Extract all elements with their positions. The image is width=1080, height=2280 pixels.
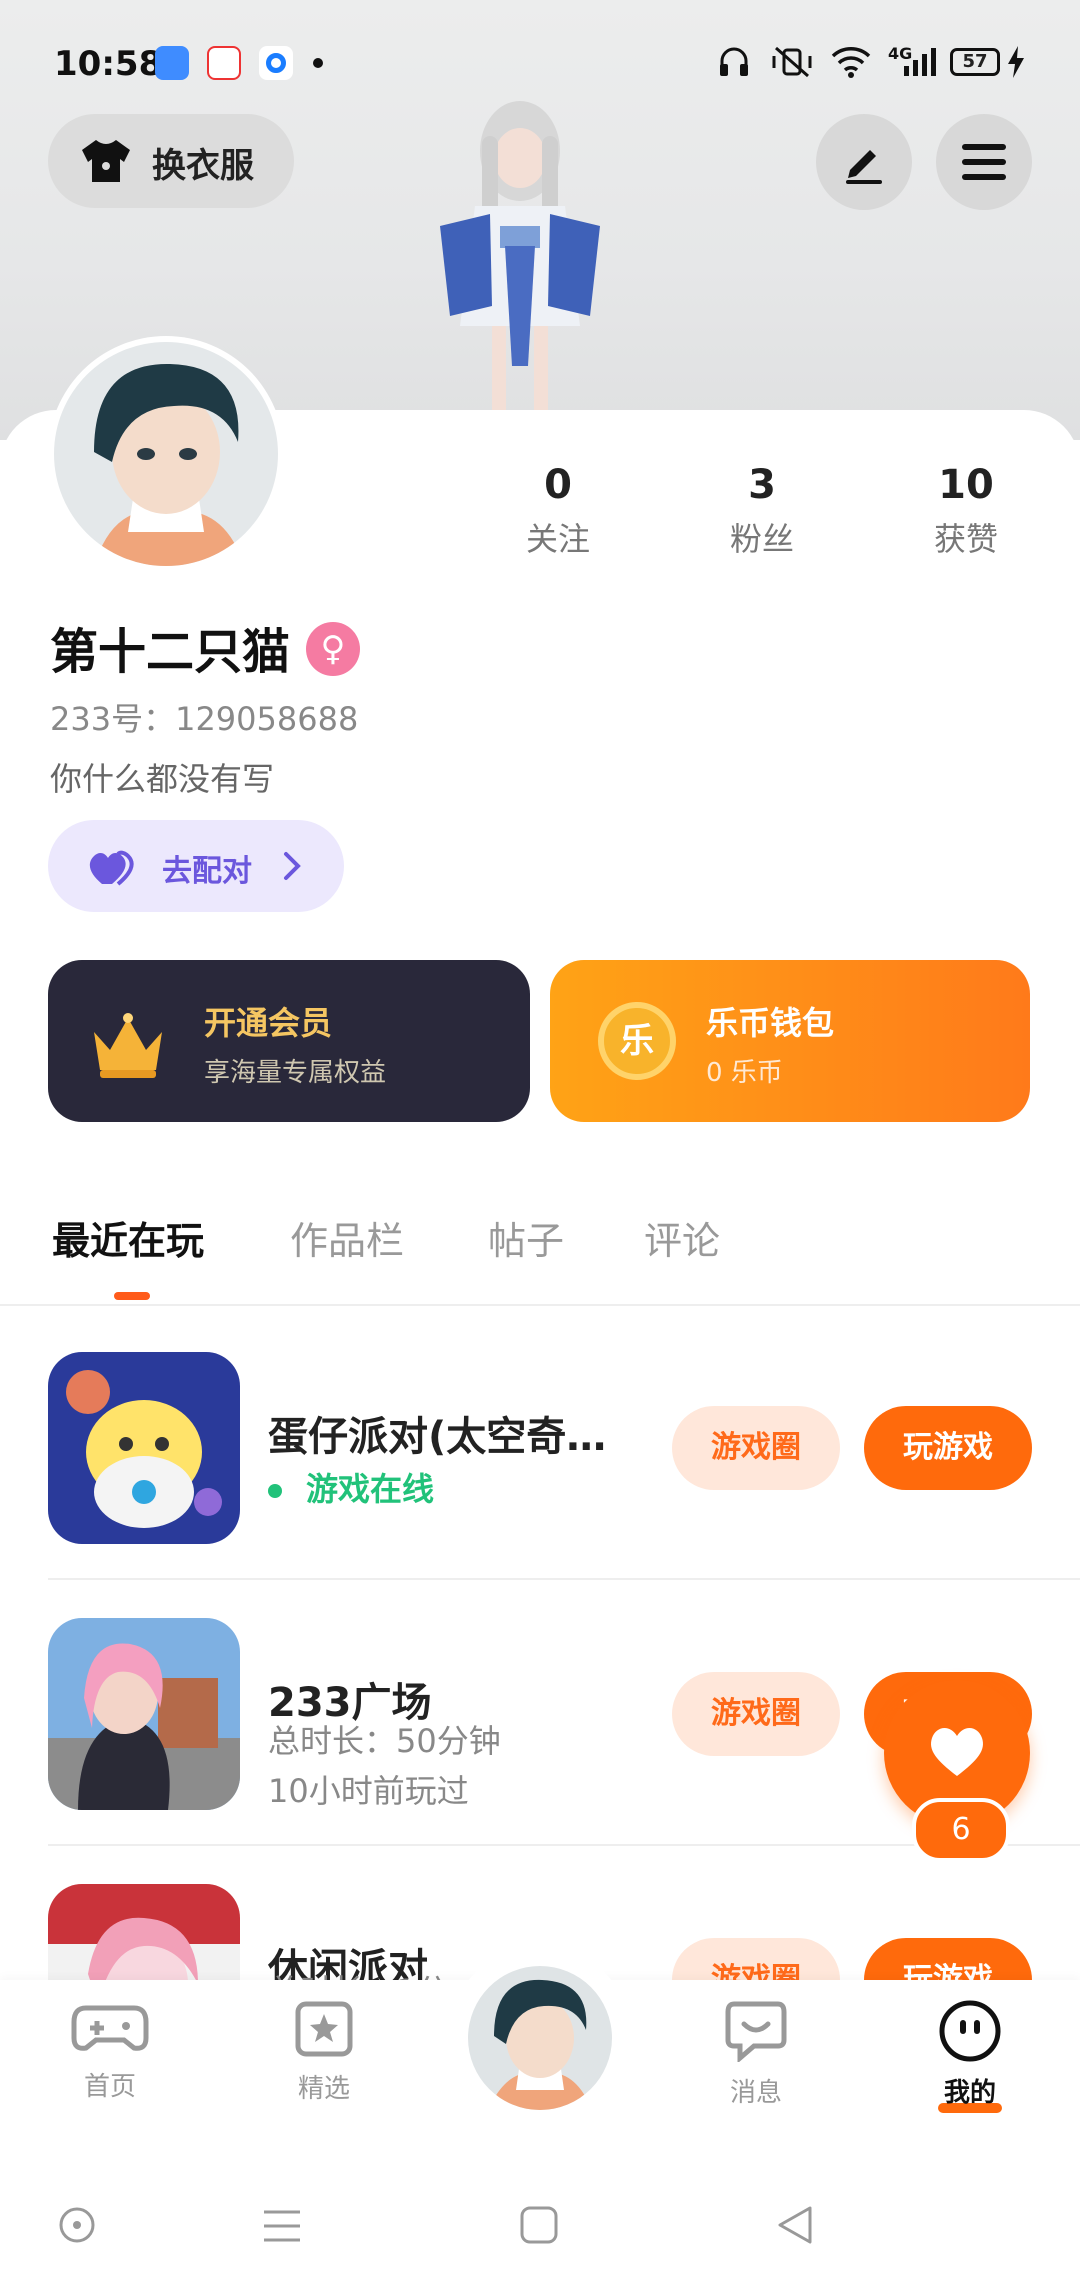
game-online-status: 游戏在线: [268, 1464, 434, 1510]
stat-following-value: 0: [544, 462, 572, 508]
play-game-button[interactable]: 玩游戏: [864, 1938, 1032, 1980]
nav-home[interactable]: 首页: [40, 2000, 180, 2103]
profile-tabs: 最近在玩 作品栏 帖子 评论: [0, 1180, 1080, 1306]
chevron-right-icon: [284, 852, 301, 880]
hamburger-menu-icon: [962, 144, 1006, 180]
headphones-icon: [720, 47, 748, 76]
game-233-plaza-image: [48, 1618, 240, 1810]
tab-works[interactable]: 作品栏: [290, 1210, 404, 1265]
stat-likes-label: 获赞: [933, 520, 998, 558]
center-avatar-image: [468, 1966, 612, 2110]
home-square-icon[interactable]: [520, 2206, 558, 2244]
nav-me-label: 我的: [943, 2078, 996, 2108]
coin-wallet-title: 乐币钱包: [706, 1004, 835, 1042]
stat-followers[interactable]: 3 粉丝: [682, 462, 842, 560]
nav-messages-label: 消息: [729, 2078, 782, 2108]
row-divider: [48, 1578, 1080, 1580]
nav-home-label: 首页: [83, 2072, 136, 2102]
tshirt-icon: [82, 140, 130, 182]
female-gender-icon: ♀: [306, 622, 360, 676]
status-time: 10:58: [54, 44, 163, 84]
battery-level: 57: [962, 51, 988, 72]
game-total-time: 总时长：1分: [268, 1966, 448, 1980]
go-match-label: 去配对: [162, 854, 252, 889]
tab-posts[interactable]: 帖子: [488, 1210, 564, 1265]
tab-recent-played[interactable]: 最近在玩: [52, 1210, 204, 1265]
mute-vibrate-icon: [772, 46, 812, 78]
avatar-image: [54, 342, 278, 566]
stat-following[interactable]: 0 关注: [478, 462, 638, 560]
game-thumbnail[interactable]: [48, 1618, 240, 1810]
online-dot-icon: [268, 1484, 282, 1498]
stat-followers-label: 粉丝: [729, 520, 794, 558]
game-eggy-party-image: [48, 1352, 240, 1544]
nav-featured[interactable]: 精选: [254, 2000, 394, 2105]
coin-icon: 乐: [598, 1002, 676, 1080]
tab-comments[interactable]: 评论: [644, 1210, 720, 1265]
game-title: 蛋仔派对(太空奇…: [268, 1414, 607, 1460]
recent-apps-icon[interactable]: [262, 2208, 302, 2244]
game-thumbnail[interactable]: [48, 1884, 240, 1980]
battery-indicator: 57: [950, 48, 1000, 76]
coin-balance: 0 乐币: [706, 1058, 783, 1088]
nav-messages[interactable]: 消息: [686, 2000, 826, 2109]
notification-baidu-icon: [207, 46, 241, 80]
like-count-badge: 6: [912, 1798, 1010, 1862]
profile-avatar[interactable]: [48, 336, 284, 572]
stat-likes-value: 10: [938, 462, 994, 508]
game-online-label: 游戏在线: [306, 1470, 435, 1508]
game-circle-button[interactable]: 游戏圈: [672, 1406, 840, 1490]
profile-bio: 你什么都没有写: [50, 760, 275, 798]
profile-uid: 233号：129058688: [50, 700, 359, 738]
wifi-icon: [831, 47, 871, 78]
star-bookmark-icon: [295, 2001, 353, 2057]
gamepad-icon: [71, 2005, 149, 2051]
profile-name: 第十二只猫: [50, 624, 291, 680]
game-thumbnail[interactable]: [48, 1352, 240, 1544]
go-match-button[interactable]: 去配对: [48, 820, 344, 912]
active-tab-indicator: [114, 1292, 150, 1300]
nav-me[interactable]: 我的: [900, 2000, 1040, 2113]
game-circle-button[interactable]: 游戏圈: [672, 1672, 840, 1756]
back-triangle-icon[interactable]: [776, 2204, 814, 2246]
nav-center-avatar-button[interactable]: [448, 1946, 632, 2130]
pencil-icon: [846, 150, 882, 184]
notification-browser-icon: [259, 46, 293, 80]
charging-icon: [1008, 46, 1024, 78]
smiley-face-icon: [939, 2000, 1001, 2062]
wardrobe-label: 换衣服: [152, 146, 254, 186]
avatar-character-figure[interactable]: [400, 96, 640, 426]
stat-likes[interactable]: 10 获赞: [886, 462, 1046, 560]
heart-icon: [931, 1727, 983, 1776]
notification-app-icon: [155, 46, 189, 80]
status-bar: 10:58 4G 57: [0, 0, 1080, 130]
coin-wallet-card[interactable]: 乐 乐币钱包 0 乐币: [550, 960, 1030, 1122]
chat-bubble-icon: [725, 2001, 787, 2064]
wardrobe-button[interactable]: 换衣服: [48, 114, 294, 208]
double-heart-icon: [89, 850, 134, 886]
game-total-time: 总时长：50分钟: [268, 1722, 501, 1760]
menu-button[interactable]: [936, 114, 1032, 210]
stat-following-label: 关注: [525, 520, 590, 558]
game-casual-party-image: [48, 1884, 240, 1980]
crown-icon: [94, 1013, 162, 1078]
assistant-circle-icon[interactable]: [58, 2206, 96, 2244]
notification-more-dot: [313, 58, 323, 68]
game-last-played: 10小时前玩过: [268, 1772, 469, 1810]
vip-subtitle: 享海量专属权益: [204, 1058, 387, 1088]
system-navigation-bar: [0, 2150, 1080, 2280]
edit-profile-button[interactable]: [816, 114, 912, 210]
play-game-button[interactable]: 玩游戏: [864, 1406, 1032, 1490]
nav-featured-label: 精选: [297, 2074, 350, 2104]
vip-membership-card[interactable]: 开通会员 享海量专属权益: [48, 960, 530, 1122]
signal-icon: [904, 48, 936, 76]
game-circle-button[interactable]: 游戏圈: [672, 1938, 840, 1980]
vip-title: 开通会员: [204, 1004, 333, 1042]
stat-followers-value: 3: [748, 462, 776, 508]
